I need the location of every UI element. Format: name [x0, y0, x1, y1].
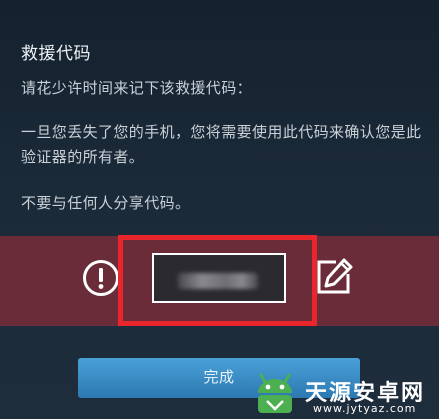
- share-warning-text: 不要与任何人分享代码。: [21, 194, 191, 212]
- loss-warning-text: 一旦您丢失了您的手机，您将需要使用此代码来确认您是此验证器的所有者。: [21, 123, 422, 166]
- instruction-text: 请花少许时间来记下该救援代码：: [21, 79, 253, 97]
- android-logo-icon: [258, 373, 292, 413]
- exclamation-circle-icon: [83, 260, 119, 296]
- dialog-title: 救援代码: [21, 44, 91, 64]
- rescue-code-screen: 救援代码 请花少许时间来记下该救援代码： 一旦您丢失了您的手机，您将需要使用此代…: [0, 0, 439, 419]
- site-watermark: 天源安卓网 www.jytyaz.com: [253, 369, 439, 419]
- edit-pencil-icon[interactable]: [314, 256, 354, 296]
- code-highlight-frame: [118, 235, 317, 326]
- watermark-url: www.jytyaz.com: [313, 402, 417, 415]
